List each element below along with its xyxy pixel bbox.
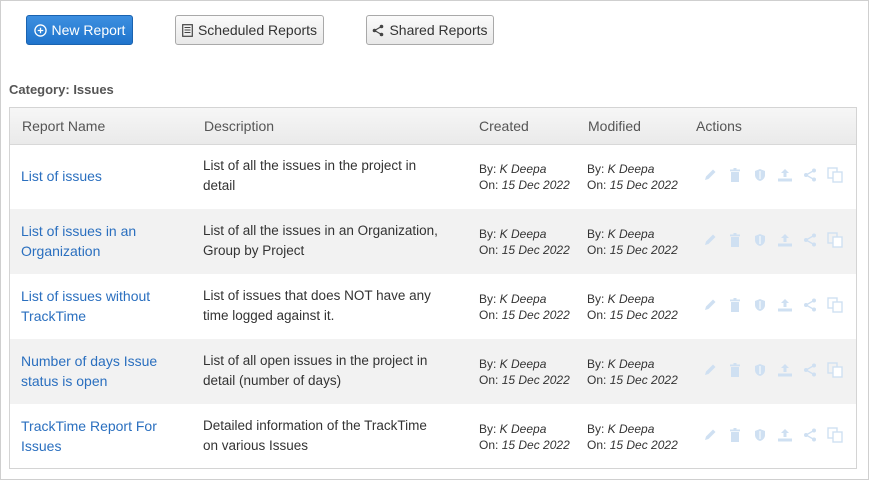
table-row: List of issues in an Organization List of … bbox=[10, 209, 856, 274]
reports-table: Report Name Description Created Modified… bbox=[9, 107, 857, 469]
row-actions bbox=[700, 230, 845, 250]
header-created[interactable]: Created bbox=[479, 118, 529, 134]
table-row: TrackTime Report For Issues Detailed infor… bbox=[10, 404, 856, 469]
plus-circle-icon bbox=[33, 23, 47, 37]
pencil-icon[interactable] bbox=[700, 295, 720, 315]
trash-icon[interactable] bbox=[725, 230, 745, 250]
report-name-link[interactable]: List of issues bbox=[21, 166, 171, 186]
created-info: By: K Deepa On: 15 Dec 2022 bbox=[479, 357, 570, 387]
copy-icon[interactable] bbox=[825, 425, 845, 445]
upload-icon[interactable] bbox=[775, 230, 795, 250]
share-icon[interactable] bbox=[800, 165, 820, 185]
report-name-link[interactable]: Number of days Issue status is open bbox=[21, 351, 171, 391]
report-name-link[interactable]: List of issues without TrackTime bbox=[21, 286, 171, 326]
report-description: List of all the issues in an Organizatio… bbox=[203, 223, 438, 258]
table-row: List of issues List of all the issues in … bbox=[10, 144, 856, 209]
table-header: Report Name Description Created Modified… bbox=[10, 108, 856, 145]
header-actions: Actions bbox=[696, 118, 742, 134]
pencil-icon[interactable] bbox=[700, 425, 720, 445]
shared-reports-button[interactable]: Shared Reports bbox=[366, 15, 494, 45]
copy-icon[interactable] bbox=[825, 295, 845, 315]
shield-icon[interactable] bbox=[750, 425, 770, 445]
upload-icon[interactable] bbox=[775, 295, 795, 315]
modified-info: By: K Deepa On: 15 Dec 2022 bbox=[587, 357, 678, 387]
modified-info: By: K Deepa On: 15 Dec 2022 bbox=[587, 162, 678, 192]
modified-info: By: K Deepa On: 15 Dec 2022 bbox=[587, 227, 678, 257]
trash-icon[interactable] bbox=[725, 165, 745, 185]
scheduled-reports-button[interactable]: Scheduled Reports bbox=[175, 15, 324, 45]
share-icon bbox=[372, 24, 384, 37]
shared-reports-label: Shared Reports bbox=[389, 22, 488, 38]
shield-icon[interactable] bbox=[750, 360, 770, 380]
modified-info: By: K Deepa On: 15 Dec 2022 bbox=[587, 422, 678, 452]
row-actions bbox=[700, 360, 845, 380]
header-report-name[interactable]: Report Name bbox=[22, 118, 105, 134]
share-icon[interactable] bbox=[800, 295, 820, 315]
row-actions bbox=[700, 425, 845, 445]
upload-icon[interactable] bbox=[775, 360, 795, 380]
category-label: Category: bbox=[9, 82, 70, 97]
share-icon[interactable] bbox=[800, 360, 820, 380]
pencil-icon[interactable] bbox=[700, 230, 720, 250]
category-value: Issues bbox=[73, 82, 114, 97]
upload-icon[interactable] bbox=[775, 425, 795, 445]
scheduled-reports-label: Scheduled Reports bbox=[197, 22, 318, 38]
modified-info: By: K Deepa On: 15 Dec 2022 bbox=[587, 292, 678, 322]
report-name-link[interactable]: TrackTime Report For Issues bbox=[21, 416, 171, 456]
list-document-icon bbox=[182, 23, 193, 37]
created-info: By: K Deepa On: 15 Dec 2022 bbox=[479, 162, 570, 192]
share-icon[interactable] bbox=[800, 425, 820, 445]
trash-icon[interactable] bbox=[725, 295, 745, 315]
report-description: Detailed information of the TrackTime on … bbox=[203, 418, 427, 453]
new-report-button[interactable]: New Report bbox=[26, 15, 133, 45]
report-name-link[interactable]: List of issues in an Organization bbox=[21, 221, 171, 261]
shield-icon[interactable] bbox=[750, 230, 770, 250]
header-description[interactable]: Description bbox=[204, 118, 274, 134]
created-info: By: K Deepa On: 15 Dec 2022 bbox=[479, 422, 570, 452]
copy-icon[interactable] bbox=[825, 165, 845, 185]
row-actions bbox=[700, 165, 845, 185]
table-row: List of issues without TrackTime List of i… bbox=[10, 274, 856, 339]
category-heading: Category: Issues bbox=[9, 82, 114, 97]
table-row: Number of days Issue status is open List o… bbox=[10, 339, 856, 404]
share-icon[interactable] bbox=[800, 230, 820, 250]
trash-icon[interactable] bbox=[725, 360, 745, 380]
pencil-icon[interactable] bbox=[700, 165, 720, 185]
shield-icon[interactable] bbox=[750, 295, 770, 315]
report-description: List of all open issues in the project i… bbox=[203, 353, 428, 388]
report-description: List of issues that does NOT have any tim… bbox=[203, 288, 431, 323]
created-info: By: K Deepa On: 15 Dec 2022 bbox=[479, 227, 570, 257]
pencil-icon[interactable] bbox=[700, 360, 720, 380]
header-modified[interactable]: Modified bbox=[588, 118, 641, 134]
trash-icon[interactable] bbox=[725, 425, 745, 445]
shield-icon[interactable] bbox=[750, 165, 770, 185]
copy-icon[interactable] bbox=[825, 230, 845, 250]
new-report-label: New Report bbox=[51, 22, 126, 38]
report-description: List of all the issues in the project in… bbox=[203, 158, 417, 193]
created-info: By: K Deepa On: 15 Dec 2022 bbox=[479, 292, 570, 322]
upload-icon[interactable] bbox=[775, 165, 795, 185]
toolbar: New Report Scheduled Reports Shared Repo… bbox=[0, 15, 869, 47]
row-actions bbox=[700, 295, 845, 315]
copy-icon[interactable] bbox=[825, 360, 845, 380]
